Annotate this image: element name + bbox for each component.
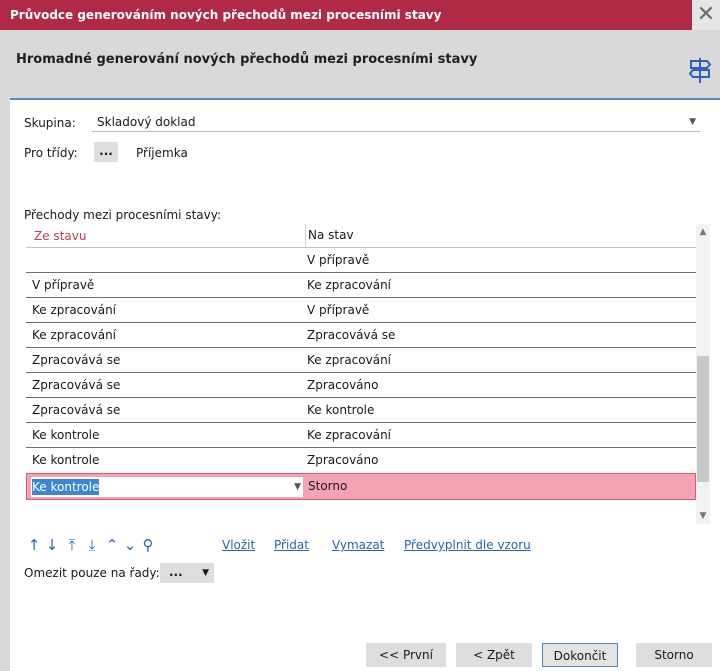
table-row[interactable]: Ke kontrole Ke zpracování bbox=[26, 423, 696, 448]
grid-header: Ze stavu Na stav bbox=[26, 224, 696, 248]
table-row[interactable]: Zpracovává se Ke kontrole bbox=[26, 398, 696, 423]
cell-from: Ke kontrole bbox=[32, 453, 100, 467]
restrict-label: Omezit pouze na řady: bbox=[24, 566, 160, 580]
classes-label: Pro třídy: bbox=[24, 146, 78, 160]
left-edge bbox=[0, 30, 10, 671]
add-link[interactable]: Přidat bbox=[274, 538, 309, 552]
group-select[interactable]: Skladový doklad ▼ bbox=[92, 112, 700, 132]
selected-row[interactable]: Ke kontrole ▼ Storno bbox=[26, 473, 696, 500]
cell-from: Ke kontrole bbox=[32, 428, 100, 442]
cell-from: Ke zpracování bbox=[32, 328, 117, 342]
wizard-header: Hromadné generování nových přechodů mezi… bbox=[10, 30, 720, 100]
cancel-button[interactable]: Storno bbox=[636, 643, 712, 667]
wizard-panel: Skupina: Skladový doklad ▼ Pro třídy: ..… bbox=[10, 100, 720, 671]
restrict-dropdown[interactable]: ... ▼ bbox=[160, 563, 214, 583]
insert-link[interactable]: Vložit bbox=[222, 538, 255, 552]
close-icon[interactable]: ✕ bbox=[692, 0, 720, 30]
from-state-value: Ke kontrole bbox=[32, 479, 100, 495]
chevron-down-icon: ▼ bbox=[689, 117, 696, 127]
column-to[interactable]: Na stav bbox=[305, 224, 354, 247]
wizard-heading: Hromadné generování nových přechodů mezi… bbox=[16, 52, 478, 67]
cell-to: V přípravě bbox=[307, 303, 370, 317]
from-state-dropdown[interactable]: Ke kontrole ▼ bbox=[31, 477, 303, 497]
column-from[interactable]: Ze stavu bbox=[34, 229, 86, 243]
cell-from: Zpracovává se bbox=[32, 378, 121, 392]
group-label: Skupina: bbox=[24, 116, 76, 130]
table-row[interactable]: Ke zpracování Zpracovává se bbox=[26, 323, 696, 348]
cell-to: Zpracováno bbox=[307, 453, 379, 467]
transitions-label: Přechody mezi procesními stavy: bbox=[24, 208, 221, 222]
move-up-icon[interactable]: ↑ bbox=[26, 536, 42, 554]
group-select-value: Skladový doklad bbox=[97, 115, 196, 129]
classes-value: Příjemka bbox=[136, 146, 188, 160]
move-bottom-icon[interactable]: ⤓ bbox=[84, 536, 100, 554]
signpost-icon bbox=[688, 58, 712, 83]
cell-to: Ke zpracování bbox=[307, 278, 392, 292]
scroll-up-icon[interactable]: ▲ bbox=[696, 224, 710, 240]
cell-to: Ke kontrole bbox=[307, 403, 375, 417]
restrict-value: ... bbox=[169, 565, 183, 579]
move-top-icon[interactable]: ⤒ bbox=[64, 536, 80, 554]
chevron-down-icon: ▼ bbox=[202, 568, 209, 578]
scroll-thumb[interactable] bbox=[697, 356, 709, 482]
cell-to: Ke zpracování bbox=[307, 428, 392, 442]
transitions-grid: Ze stavu Na stav V přípravě V přípravě Ke… bbox=[26, 224, 696, 500]
scroll-down-icon[interactable]: ▼ bbox=[696, 508, 710, 524]
table-row[interactable]: V přípravě Ke zpracování bbox=[26, 273, 696, 298]
finish-button[interactable]: Dokončit bbox=[542, 643, 618, 667]
grid-scrollbar[interactable]: ▲ ▼ bbox=[696, 224, 710, 524]
expand-icon[interactable]: ⌄ bbox=[122, 536, 138, 554]
window-title: Průvodce generováním nových přechodů mez… bbox=[10, 8, 442, 22]
search-icon[interactable]: ⚲ bbox=[140, 536, 156, 554]
prefill-link[interactable]: Předvyplnit dle vzoru bbox=[404, 538, 531, 552]
cell-to: Ke zpracování bbox=[307, 353, 392, 367]
table-row[interactable]: Ke zpracování V přípravě bbox=[26, 298, 696, 323]
table-row[interactable]: Ke kontrole Zpracováno bbox=[26, 448, 696, 473]
first-button[interactable]: << První bbox=[366, 643, 446, 667]
delete-link[interactable]: Vymazat bbox=[332, 538, 384, 552]
chevron-down-icon: ▼ bbox=[294, 482, 301, 492]
cell-from: Zpracovává se bbox=[32, 403, 121, 417]
collapse-icon[interactable]: ⌃ bbox=[104, 536, 120, 554]
window-titlebar: Průvodce generováním nových přechodů mez… bbox=[0, 0, 720, 30]
cell-to: Storno bbox=[308, 479, 348, 493]
cell-from: Ke zpracování bbox=[32, 303, 117, 317]
table-row[interactable]: Zpracovává se Zpracováno bbox=[26, 373, 696, 398]
cell-from: Zpracovává se bbox=[32, 353, 121, 367]
move-down-icon[interactable]: ↓ bbox=[44, 536, 60, 554]
classes-picker-button[interactable]: ... bbox=[94, 142, 118, 162]
back-button[interactable]: < Zpět bbox=[456, 643, 532, 667]
cell-to: V přípravě bbox=[307, 253, 370, 267]
cell-from: V přípravě bbox=[32, 278, 95, 292]
table-row[interactable]: Zpracovává se Ke zpracování bbox=[26, 348, 696, 373]
table-row[interactable]: V přípravě bbox=[26, 248, 696, 273]
cell-to: Zpracováno bbox=[307, 378, 379, 392]
cell-to: Zpracovává se bbox=[307, 328, 396, 342]
